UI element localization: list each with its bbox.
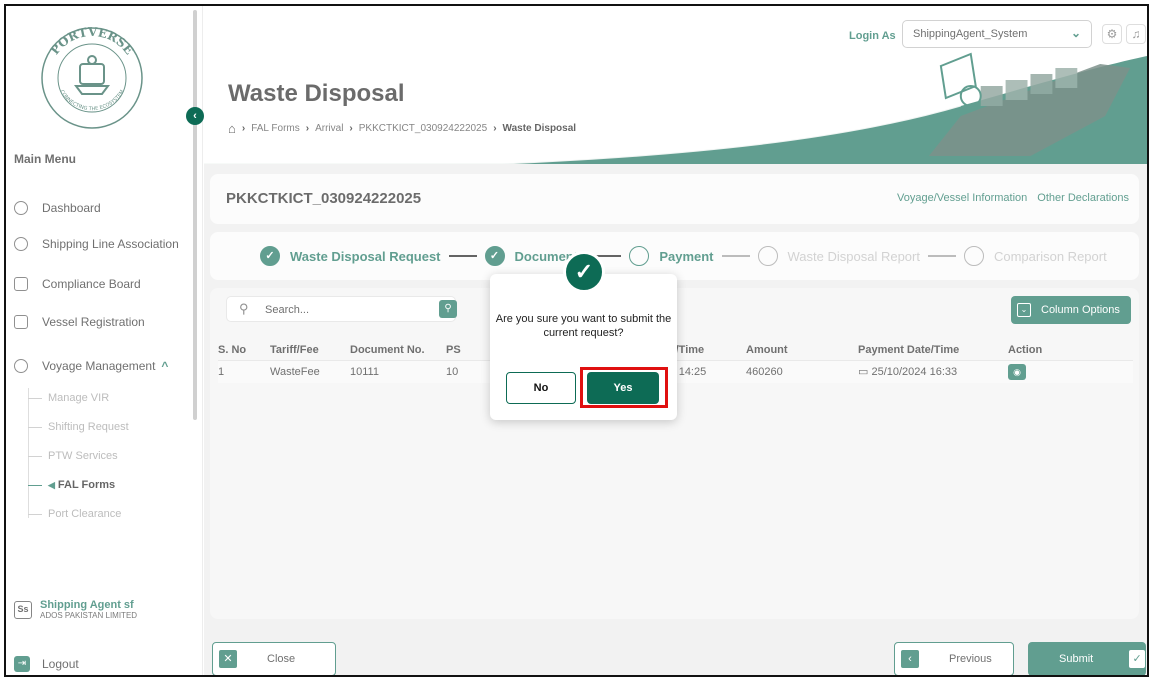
confirm-message: Are you sure you want to submit the curr… bbox=[495, 313, 672, 339]
sidebar-collapse-button[interactable]: ‹ bbox=[186, 107, 204, 125]
yes-button-highlight bbox=[580, 367, 668, 408]
check-icon: ✓ bbox=[563, 251, 605, 293]
no-button[interactable]: No bbox=[506, 372, 576, 404]
